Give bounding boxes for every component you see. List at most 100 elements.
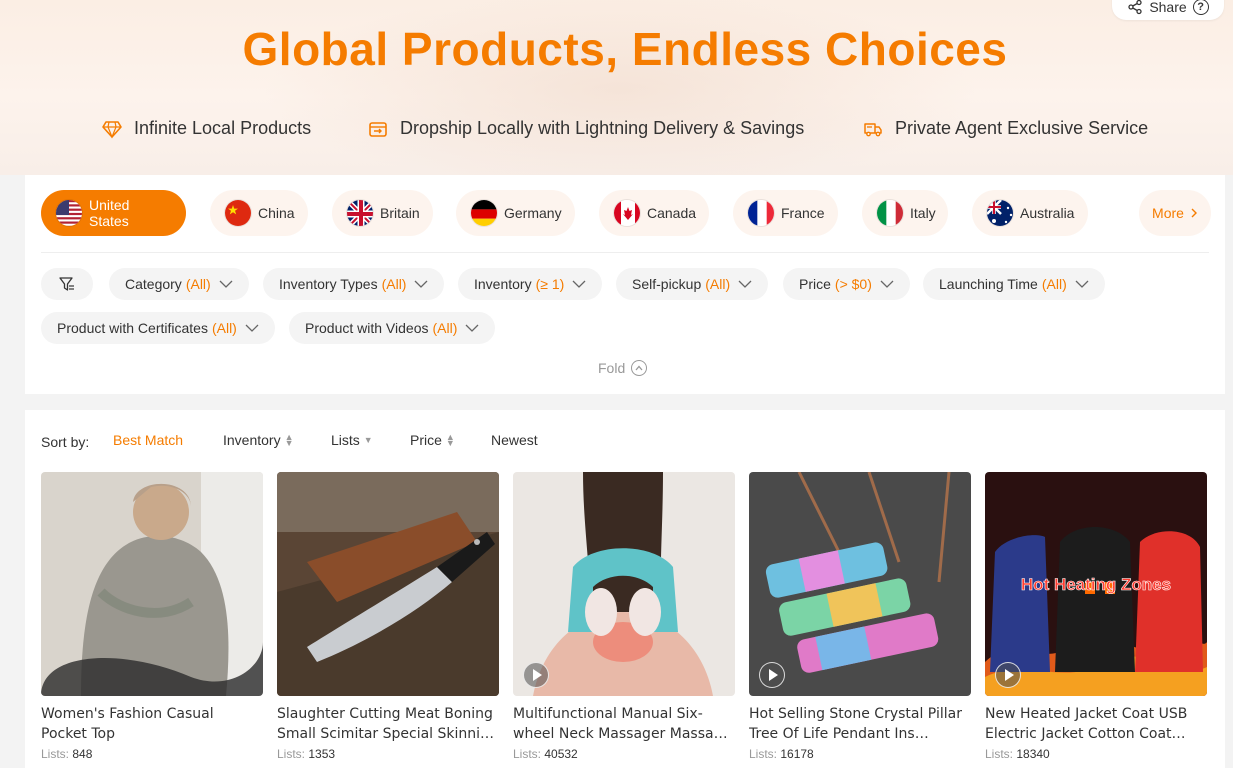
country-label: Germany [504,205,562,221]
sort-newest[interactable]: Newest [491,432,538,448]
play-video-icon[interactable] [759,662,785,688]
germany-flag-icon [470,199,498,227]
chevron-down-icon [465,324,479,332]
play-video-icon[interactable] [995,662,1021,688]
sort-lists[interactable]: Lists ▼ [331,432,373,448]
product-image[interactable] [513,472,735,696]
italy-flag-icon [876,199,904,227]
filter-value: (> $0) [834,276,872,292]
feature-label: Dropship Locally with Lightning Delivery… [400,118,805,138]
sort-arrows-icon: ▲ ▼ [445,432,455,448]
country-label: Australia [1020,205,1075,221]
filter-label: Category [125,276,182,292]
france-flag-icon [747,199,775,227]
lists-count: 16178 [780,747,814,761]
product-title[interactable]: New Heated Jacket Coat USB Electric Jack… [985,704,1207,744]
filter-value: (All) [381,276,407,292]
sort-bar: Sort by: Best Match Inventory ▲ ▼ Lists ▼… [41,432,941,452]
fold-label: Fold [598,360,626,376]
fold-button[interactable]: Fold [598,360,648,376]
country-tab-germany[interactable]: Germany [456,190,575,236]
product-card[interactable]: Hot Selling Stone Crystal Pillar Tree Of… [749,472,971,761]
country-tab-france[interactable]: France [733,190,838,236]
lists-label: Lists: [985,747,1014,761]
filter-label: Inventory [474,276,532,292]
truck-icon [864,122,882,136]
canada-flag-icon [613,199,641,227]
feature-list: Infinite Local Products Dropship Locally… [0,118,1233,148]
product-lists: Lists: 1353 [277,747,499,761]
lists-label: Lists: [277,747,306,761]
feature-item: Dropship Locally with Lightning Delivery… [368,118,804,139]
sort-arrows-icon: ▲ ▼ [284,432,294,448]
chevron-up-icon [631,360,648,376]
filter-price[interactable]: Price (> $0) [783,268,910,300]
product-image[interactable] [277,472,499,696]
filter-product-certificates[interactable]: Product with Certificates (All) [41,312,275,344]
play-video-icon[interactable] [523,662,549,688]
product-title[interactable]: Women's Fashion Casual Pocket Top [41,704,263,744]
product-title[interactable]: Multifunctional Manual Six-wheel Neck Ma… [513,704,735,744]
chevron-down-icon [738,280,752,288]
chevron-down-icon [415,280,428,288]
lists-label: Lists: [749,747,778,761]
filter-category[interactable]: Category (All) [109,268,249,300]
lists-count: 848 [72,747,93,761]
filter-product-videos[interactable]: Product with Videos (All) [289,312,496,344]
country-tab-australia[interactable]: Australia [972,190,1088,236]
chevron-down-icon [245,324,259,332]
product-lists: Lists: 18340 [985,747,1207,761]
product-title[interactable]: Slaughter Cutting Meat Boning Small Scim… [277,704,499,744]
country-label: Britain [380,205,420,221]
filter-value: (All) [432,320,458,336]
country-label: Italy [910,205,936,221]
lists-label: Lists: [41,747,70,761]
product-card[interactable]: Hot Heating Zones New Heated Jacket Coat… [985,472,1207,761]
sort-down-icon: ▼ [363,435,373,445]
lists-count: 1353 [308,747,336,761]
country-tab-united-states[interactable]: United States [41,190,186,236]
sort-best-match[interactable]: Best Match [113,432,183,448]
country-tab-china[interactable]: China [210,190,308,236]
sort-price[interactable]: Price ▲ ▼ [410,432,455,448]
filter-inventory-types[interactable]: Inventory Types (All) [263,268,445,300]
product-title[interactable]: Hot Selling Stone Crystal Pillar Tree Of… [749,704,971,744]
chevron-right-icon [1191,208,1197,218]
feature-label: Infinite Local Products [134,118,312,138]
share-button[interactable]: Share ? [1112,0,1224,20]
country-tab-canada[interactable]: Canada [599,190,709,236]
country-tab-britain[interactable]: Britain [332,190,433,236]
product-card[interactable]: Slaughter Cutting Meat Boning Small Scim… [277,472,499,761]
chevron-down-icon [1075,280,1089,288]
product-image[interactable]: Hot Heating Zones [985,472,1207,696]
filter-launching-time[interactable]: Launching Time (All) [923,268,1105,300]
filter-toggle-button[interactable] [41,268,93,300]
page-title: Global Products, Endless Choices [242,23,1008,75]
product-card[interactable]: Women's Fashion Casual Pocket Top Lists:… [41,472,263,761]
help-icon[interactable]: ? [1192,0,1209,15]
product-image[interactable] [41,472,263,696]
filter-label: Product with Videos [305,320,429,336]
delivery-box-icon [369,121,387,137]
filter-value: (All) [705,276,731,292]
filter-inventory[interactable]: Inventory (≥ 1) [458,268,603,300]
filter-icon [59,277,74,291]
feature-label: Private Agent Exclusive Service [895,118,1149,138]
country-tab-italy[interactable]: Italy [862,190,948,236]
sort-inventory[interactable]: Inventory ▲ ▼ [223,432,294,448]
filter-label: Inventory Types [279,276,378,292]
divider [41,252,1209,253]
promo-overlay-text: Hot Heating Zones [1021,575,1171,594]
sort-option-label: Lists [331,432,360,448]
lists-count: 40532 [544,747,578,761]
product-lists: Lists: 848 [41,747,263,761]
filter-self-pickup[interactable]: Self-pickup (All) [616,268,769,300]
product-image[interactable] [749,472,971,696]
chevron-down-icon [219,280,233,288]
product-card[interactable]: Multifunctional Manual Six-wheel Neck Ma… [513,472,735,761]
more-countries-button[interactable]: More [1139,190,1211,236]
sort-option-label: Newest [491,432,538,448]
country-label: Canada [647,205,697,221]
filter-label: Self-pickup [632,276,702,292]
filter-value: (All) [185,276,211,292]
